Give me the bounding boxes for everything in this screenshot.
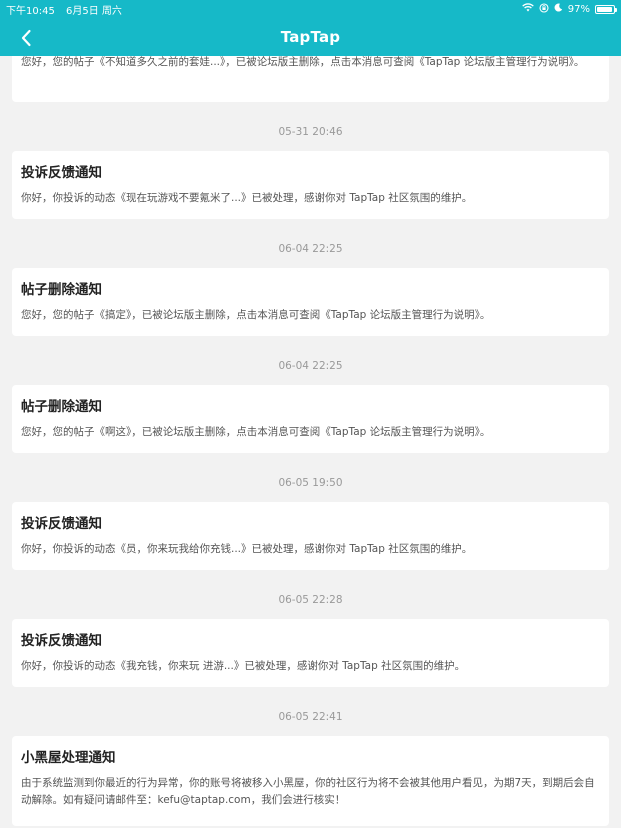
message-body: 你好，你投诉的动态《员，你来玩我给你充钱...》已被处理，感谢你对 TapTap…: [21, 543, 473, 555]
message-card[interactable]: 投诉反馈通知 你好，你投诉的动态《我充钱，你来玩 进游...》已被处理，感谢你对…: [12, 619, 609, 687]
message-card[interactable]: 投诉反馈通知 你好，你投诉的动态《现在玩游戏不要氪米了...》已被处理，感谢你对…: [12, 151, 609, 219]
message-title: 投诉反馈通知: [21, 165, 102, 181]
message-card[interactable]: 小黑屋处理通知 由于系统监测到你最近的行为异常，你的账号将被移入小黑屋，你的社区…: [12, 736, 609, 826]
message-title: 帖子删除通知: [21, 282, 102, 298]
message-list[interactable]: 您好，您的帖子《不知道多久之前的套娃...》，已被论坛版主删除，点击本消息可查阅…: [0, 56, 621, 828]
message-title: 投诉反馈通知: [21, 516, 102, 532]
status-date: 6月5日 周六: [66, 5, 122, 17]
message-title: 投诉反馈通知: [21, 633, 102, 649]
status-right: 97%: [522, 2, 617, 16]
page-title: TapTap: [280, 28, 341, 46]
chevron-left-icon: [21, 29, 31, 47]
message-body: 您好，您的帖子《啊这》，已被论坛版主删除，点击本消息可查阅《TapTap 论坛版…: [21, 426, 491, 438]
message-timestamp: 06-04 22:25: [278, 243, 343, 255]
battery-percent: 97%: [567, 3, 590, 15]
nav-bar: TapTap: [0, 18, 621, 56]
message-timestamp: 06-04 22:25: [278, 360, 343, 372]
back-button[interactable]: [14, 26, 38, 50]
status-left: 下午10:45 6月5日 周六: [6, 2, 122, 17]
message-timestamp: 05-31 20:46: [278, 126, 343, 138]
wifi-icon: [522, 3, 534, 15]
message-body: 由于系统监测到你最近的行为异常，你的账号将被移入小黑屋，你的社区行为将不会被其他…: [21, 777, 595, 806]
message-body: 你好，你投诉的动态《我充钱，你来玩 进游...》已被处理，感谢你对 TapTap…: [21, 660, 466, 672]
message-timestamp: 06-05 22:41: [278, 711, 343, 723]
message-body: 您好，您的帖子《搞定》，已被论坛版主删除，点击本消息可查阅《TapTap 论坛版…: [21, 309, 491, 321]
status-bar: 下午10:45 6月5日 周六 97%: [0, 0, 621, 18]
message-card[interactable]: 投诉反馈通知 你好，你投诉的动态《员，你来玩我给你充钱...》已被处理，感谢你对…: [12, 502, 609, 570]
message-timestamp: 06-05 22:28: [278, 594, 343, 606]
message-title: 小黑屋处理通知: [21, 750, 116, 766]
message-timestamp: 06-05 19:50: [278, 477, 343, 489]
message-card[interactable]: 帖子删除通知 您好，您的帖子《啊这》，已被论坛版主删除，点击本消息可查阅《Tap…: [12, 385, 609, 453]
message-card[interactable]: 您好，您的帖子《不知道多久之前的套娃...》，已被论坛版主删除，点击本消息可查阅…: [12, 56, 609, 102]
message-body: 您好，您的帖子《不知道多久之前的套娃...》，已被论坛版主删除，点击本消息可查阅…: [21, 56, 585, 68]
message-title: 帖子删除通知: [21, 399, 102, 415]
message-body: 你好，你投诉的动态《现在玩游戏不要氪米了...》已被处理，感谢你对 TapTap…: [21, 192, 473, 204]
status-time: 下午10:45: [6, 5, 55, 17]
message-card[interactable]: 帖子删除通知 您好，您的帖子《搞定》，已被论坛版主删除，点击本消息可查阅《Tap…: [12, 268, 609, 336]
battery-icon: [595, 4, 617, 14]
moon-icon: [554, 3, 563, 15]
rotation-lock-icon: [539, 2, 549, 16]
